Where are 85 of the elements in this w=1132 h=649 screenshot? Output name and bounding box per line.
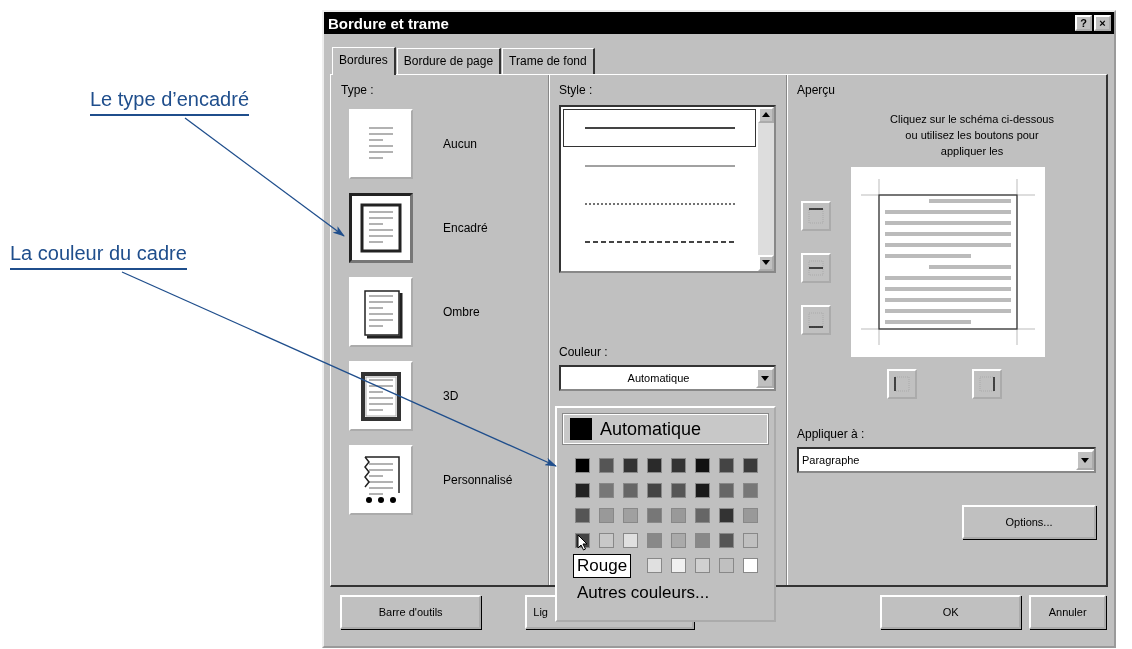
down-arrow-icon	[1081, 457, 1089, 463]
line-style-icon	[584, 164, 735, 168]
color-swatch[interactable]	[623, 458, 638, 473]
dialog-button[interactable]: OK	[880, 595, 1022, 629]
border-type-label: Ombre	[443, 305, 480, 319]
color-swatch[interactable]	[623, 483, 638, 498]
more-colors-link[interactable]: Autres couleurs...	[577, 583, 768, 603]
tooltip: Rouge	[573, 554, 632, 578]
style-label: Style :	[559, 83, 593, 97]
color-swatch[interactable]	[743, 533, 758, 548]
tab[interactable]: Trame de fond	[502, 48, 595, 74]
color-swatch[interactable]	[647, 533, 662, 548]
color-swatch[interactable]	[647, 483, 662, 498]
cursor-icon	[577, 534, 588, 551]
preview-hint: Cliquez sur le schéma ci-dessous ou utilisez les boutons pour appliquer les	[889, 112, 1055, 159]
color-swatch[interactable]	[575, 483, 590, 498]
border-toggle-button[interactable]	[887, 369, 917, 399]
dropdown-arrow-button[interactable]	[1076, 450, 1094, 470]
callout-label: La couleur du cadre	[10, 242, 187, 270]
border-type-label: Encadré	[443, 221, 488, 235]
color-swatch[interactable]	[695, 533, 710, 548]
color-swatch[interactable]	[647, 508, 662, 523]
options-button[interactable]: Options...	[962, 505, 1096, 539]
color-swatch[interactable]	[671, 458, 686, 473]
close-button[interactable]: ×	[1094, 15, 1111, 31]
callout-label: Le type d’encadré	[90, 88, 249, 116]
down-arrow-icon	[761, 375, 769, 381]
border-toggle-button[interactable]	[801, 201, 831, 231]
color-dropdown[interactable]: Automatique	[559, 365, 776, 391]
color-swatch[interactable]	[671, 533, 686, 548]
apply-to-dropdown[interactable]: Paragraphe	[797, 447, 1096, 473]
color-label: Couleur :	[559, 345, 608, 359]
up-arrow-icon	[762, 112, 770, 117]
color-swatch[interactable]	[575, 508, 590, 523]
color-swatch[interactable]	[647, 558, 662, 573]
color-swatch[interactable]	[743, 558, 758, 573]
color-swatch[interactable]	[719, 558, 734, 573]
color-swatch[interactable]	[719, 508, 734, 523]
color-swatch[interactable]	[623, 533, 638, 548]
color-swatch[interactable]	[719, 483, 734, 498]
scroll-up-button[interactable]	[758, 107, 774, 123]
down-arrow-icon	[762, 260, 770, 265]
scroll-down-button[interactable]	[758, 255, 774, 271]
color-swatch[interactable]	[743, 508, 758, 523]
window-title: Bordure et trame	[328, 14, 449, 32]
scrollbar[interactable]	[758, 107, 774, 271]
dropdown-arrow-button[interactable]	[756, 368, 774, 388]
color-swatch[interactable]	[599, 458, 614, 473]
color-swatch[interactable]	[575, 458, 590, 473]
help-button[interactable]: ?	[1075, 15, 1092, 31]
color-swatch[interactable]	[719, 533, 734, 548]
border-toggle-button[interactable]	[801, 305, 831, 335]
line-style-icon	[584, 240, 735, 244]
color-swatch[interactable]	[671, 483, 686, 498]
tab[interactable]: Bordure de page	[396, 48, 502, 74]
tab[interactable]: Bordures	[332, 47, 396, 75]
type-label: Type :	[341, 83, 374, 97]
color-swatch[interactable]	[695, 508, 710, 523]
color-swatch[interactable]	[623, 508, 638, 523]
border-type-label: Aucun	[443, 137, 478, 151]
apply-to-label: Appliquer à :	[797, 427, 865, 441]
color-swatch[interactable]	[599, 533, 614, 548]
border-toggle-button[interactable]	[972, 369, 1002, 399]
color-swatch[interactable]	[695, 458, 710, 473]
automatic-color-button[interactable]: Automatique	[563, 414, 768, 444]
line-style-item[interactable]	[563, 109, 756, 147]
color-swatch[interactable]	[599, 483, 614, 498]
color-swatch[interactable]	[671, 508, 686, 523]
dialog-button[interactable]: Annuler	[1029, 595, 1106, 629]
color-swatch[interactable]	[695, 558, 710, 573]
color-swatch[interactable]	[695, 483, 710, 498]
border-type-button[interactable]	[349, 193, 413, 263]
border-type-label: Personnalisé	[443, 473, 513, 487]
color-swatch[interactable]	[671, 558, 686, 573]
border-type-label: 3D	[443, 389, 459, 403]
color-swatch[interactable]	[743, 483, 758, 498]
border-toggle-button[interactable]	[801, 253, 831, 283]
line-style-icon	[584, 126, 735, 130]
line-style-icon	[584, 202, 735, 206]
color-swatch[interactable]	[647, 458, 662, 473]
color-swatch[interactable]	[743, 458, 758, 473]
dialog-button[interactable]: Barre d'outils	[340, 595, 482, 629]
color-swatch[interactable]	[599, 508, 614, 523]
preview-label: Aperçu	[797, 83, 836, 97]
color-swatch[interactable]	[719, 458, 734, 473]
